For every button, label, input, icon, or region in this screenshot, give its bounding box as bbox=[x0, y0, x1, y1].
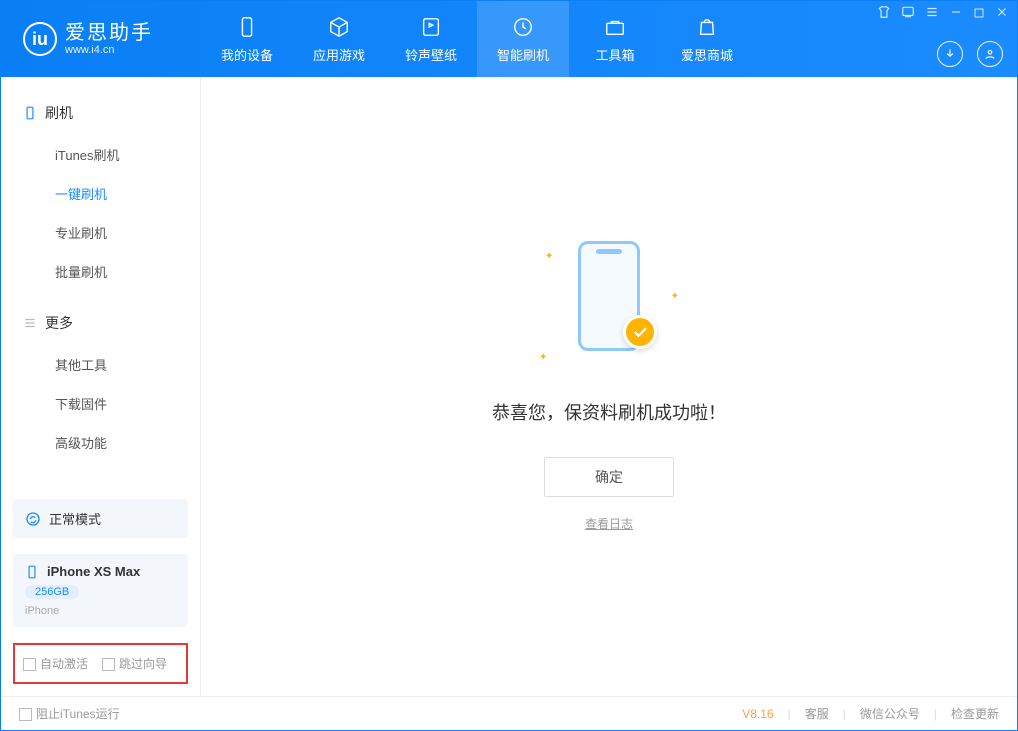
nav-label: 应用游戏 bbox=[313, 45, 365, 64]
view-log-link[interactable]: 查看日志 bbox=[585, 515, 633, 532]
device-name: iPhone XS Max bbox=[47, 564, 140, 579]
nav-music[interactable]: 铃声壁纸 bbox=[385, 1, 477, 77]
app-window: iu 爱思助手 www.i4.cn 我的设备 应用游戏 铃声壁纸 智能刷机 工具箱 爱思商… bbox=[0, 0, 1018, 731]
bag-icon bbox=[695, 15, 719, 39]
version-label: V8.16 bbox=[742, 707, 773, 721]
footer-link-support[interactable]: 客服 bbox=[805, 705, 829, 722]
sidebar-item[interactable]: iTunes刷机 bbox=[1, 135, 200, 174]
auto-activate-checkbox[interactable]: 自动激活 bbox=[23, 655, 88, 672]
feedback-icon[interactable] bbox=[901, 5, 915, 24]
nav-label: 智能刷机 bbox=[497, 45, 549, 64]
window-controls bbox=[877, 5, 1009, 24]
footer: 阻止iTunes运行 V8.16 | 客服 | 微信公众号 | 检查更新 bbox=[1, 696, 1017, 730]
sidebar-item[interactable]: 其他工具 bbox=[1, 345, 200, 384]
phone-icon bbox=[23, 106, 37, 120]
mode-box[interactable]: 正常模式 bbox=[13, 499, 188, 538]
device-box[interactable]: iPhone XS Max 256GB iPhone bbox=[13, 554, 188, 627]
main-nav: 我的设备 应用游戏 铃声壁纸 智能刷机 工具箱 爱思商城 bbox=[201, 1, 753, 77]
more-icon bbox=[23, 316, 37, 330]
sidebar-item[interactable]: 一键刷机 bbox=[1, 174, 200, 213]
download-icon[interactable] bbox=[937, 41, 963, 67]
sync-icon bbox=[25, 511, 41, 527]
check-badge-icon bbox=[623, 315, 657, 349]
ok-button[interactable]: 确定 bbox=[544, 457, 674, 497]
nav-label: 工具箱 bbox=[595, 45, 634, 64]
nav-cube[interactable]: 应用游戏 bbox=[293, 1, 385, 77]
sidebar-item[interactable]: 专业刷机 bbox=[1, 213, 200, 252]
minimize-icon[interactable] bbox=[949, 5, 963, 24]
nav-label: 我的设备 bbox=[221, 45, 273, 64]
footer-link-wechat[interactable]: 微信公众号 bbox=[860, 705, 920, 722]
skip-guide-checkbox[interactable]: 跳过向导 bbox=[102, 655, 167, 672]
phone-icon bbox=[25, 565, 39, 579]
body: 刷机 iTunes刷机一键刷机专业刷机批量刷机更多其他工具下载固件高级功能 正常模… bbox=[1, 77, 1017, 696]
header-actions bbox=[937, 41, 1003, 67]
nav-label: 铃声壁纸 bbox=[405, 45, 457, 64]
device-type: iPhone bbox=[25, 605, 59, 617]
nav-toolbox[interactable]: 工具箱 bbox=[569, 1, 661, 77]
success-message: 恭喜您，保资料刷机成功啦！ bbox=[492, 399, 726, 425]
toolbox-icon bbox=[603, 15, 627, 39]
maximize-icon[interactable] bbox=[973, 6, 985, 24]
mode-label: 正常模式 bbox=[49, 509, 101, 528]
sidebar-item[interactable]: 批量刷机 bbox=[1, 252, 200, 291]
sidebar-group-title: 刷机 bbox=[1, 95, 200, 131]
menu-icon[interactable] bbox=[925, 5, 939, 24]
storage-badge: 256GB bbox=[25, 585, 79, 599]
header: iu 爱思助手 www.i4.cn 我的设备 应用游戏 铃声壁纸 智能刷机 工具箱 爱思商… bbox=[1, 1, 1017, 77]
main-panel: ✦✦✦ 恭喜您，保资料刷机成功啦！ 确定 查看日志 bbox=[201, 77, 1017, 696]
cube-icon bbox=[327, 15, 351, 39]
logo-subtitle: www.i4.cn bbox=[65, 45, 153, 56]
block-itunes-checkbox[interactable]: 阻止iTunes运行 bbox=[19, 705, 120, 722]
logo-title: 爱思助手 bbox=[65, 23, 153, 43]
success-illustration: ✦✦✦ bbox=[539, 241, 679, 371]
nav-shield[interactable]: 智能刷机 bbox=[477, 1, 569, 77]
sidebar: 刷机 iTunes刷机一键刷机专业刷机批量刷机更多其他工具下载固件高级功能 正常模… bbox=[1, 77, 201, 696]
sidebar-item[interactable]: 高级功能 bbox=[1, 423, 200, 462]
logo-icon: iu bbox=[23, 22, 57, 56]
nav-device[interactable]: 我的设备 bbox=[201, 1, 293, 77]
music-icon bbox=[419, 15, 443, 39]
highlighted-options: 自动激活 跳过向导 bbox=[13, 643, 188, 684]
logo: iu 爱思助手 www.i4.cn bbox=[1, 22, 201, 56]
device-icon bbox=[235, 15, 259, 39]
sidebar-item[interactable]: 下载固件 bbox=[1, 384, 200, 423]
tshirt-icon[interactable] bbox=[877, 5, 891, 24]
user-icon[interactable] bbox=[977, 41, 1003, 67]
nav-label: 爱思商城 bbox=[681, 45, 733, 64]
footer-link-update[interactable]: 检查更新 bbox=[951, 705, 999, 722]
nav-bag[interactable]: 爱思商城 bbox=[661, 1, 753, 77]
shield-icon bbox=[511, 15, 535, 39]
sidebar-group-title: 更多 bbox=[1, 305, 200, 341]
close-icon[interactable] bbox=[995, 5, 1009, 24]
